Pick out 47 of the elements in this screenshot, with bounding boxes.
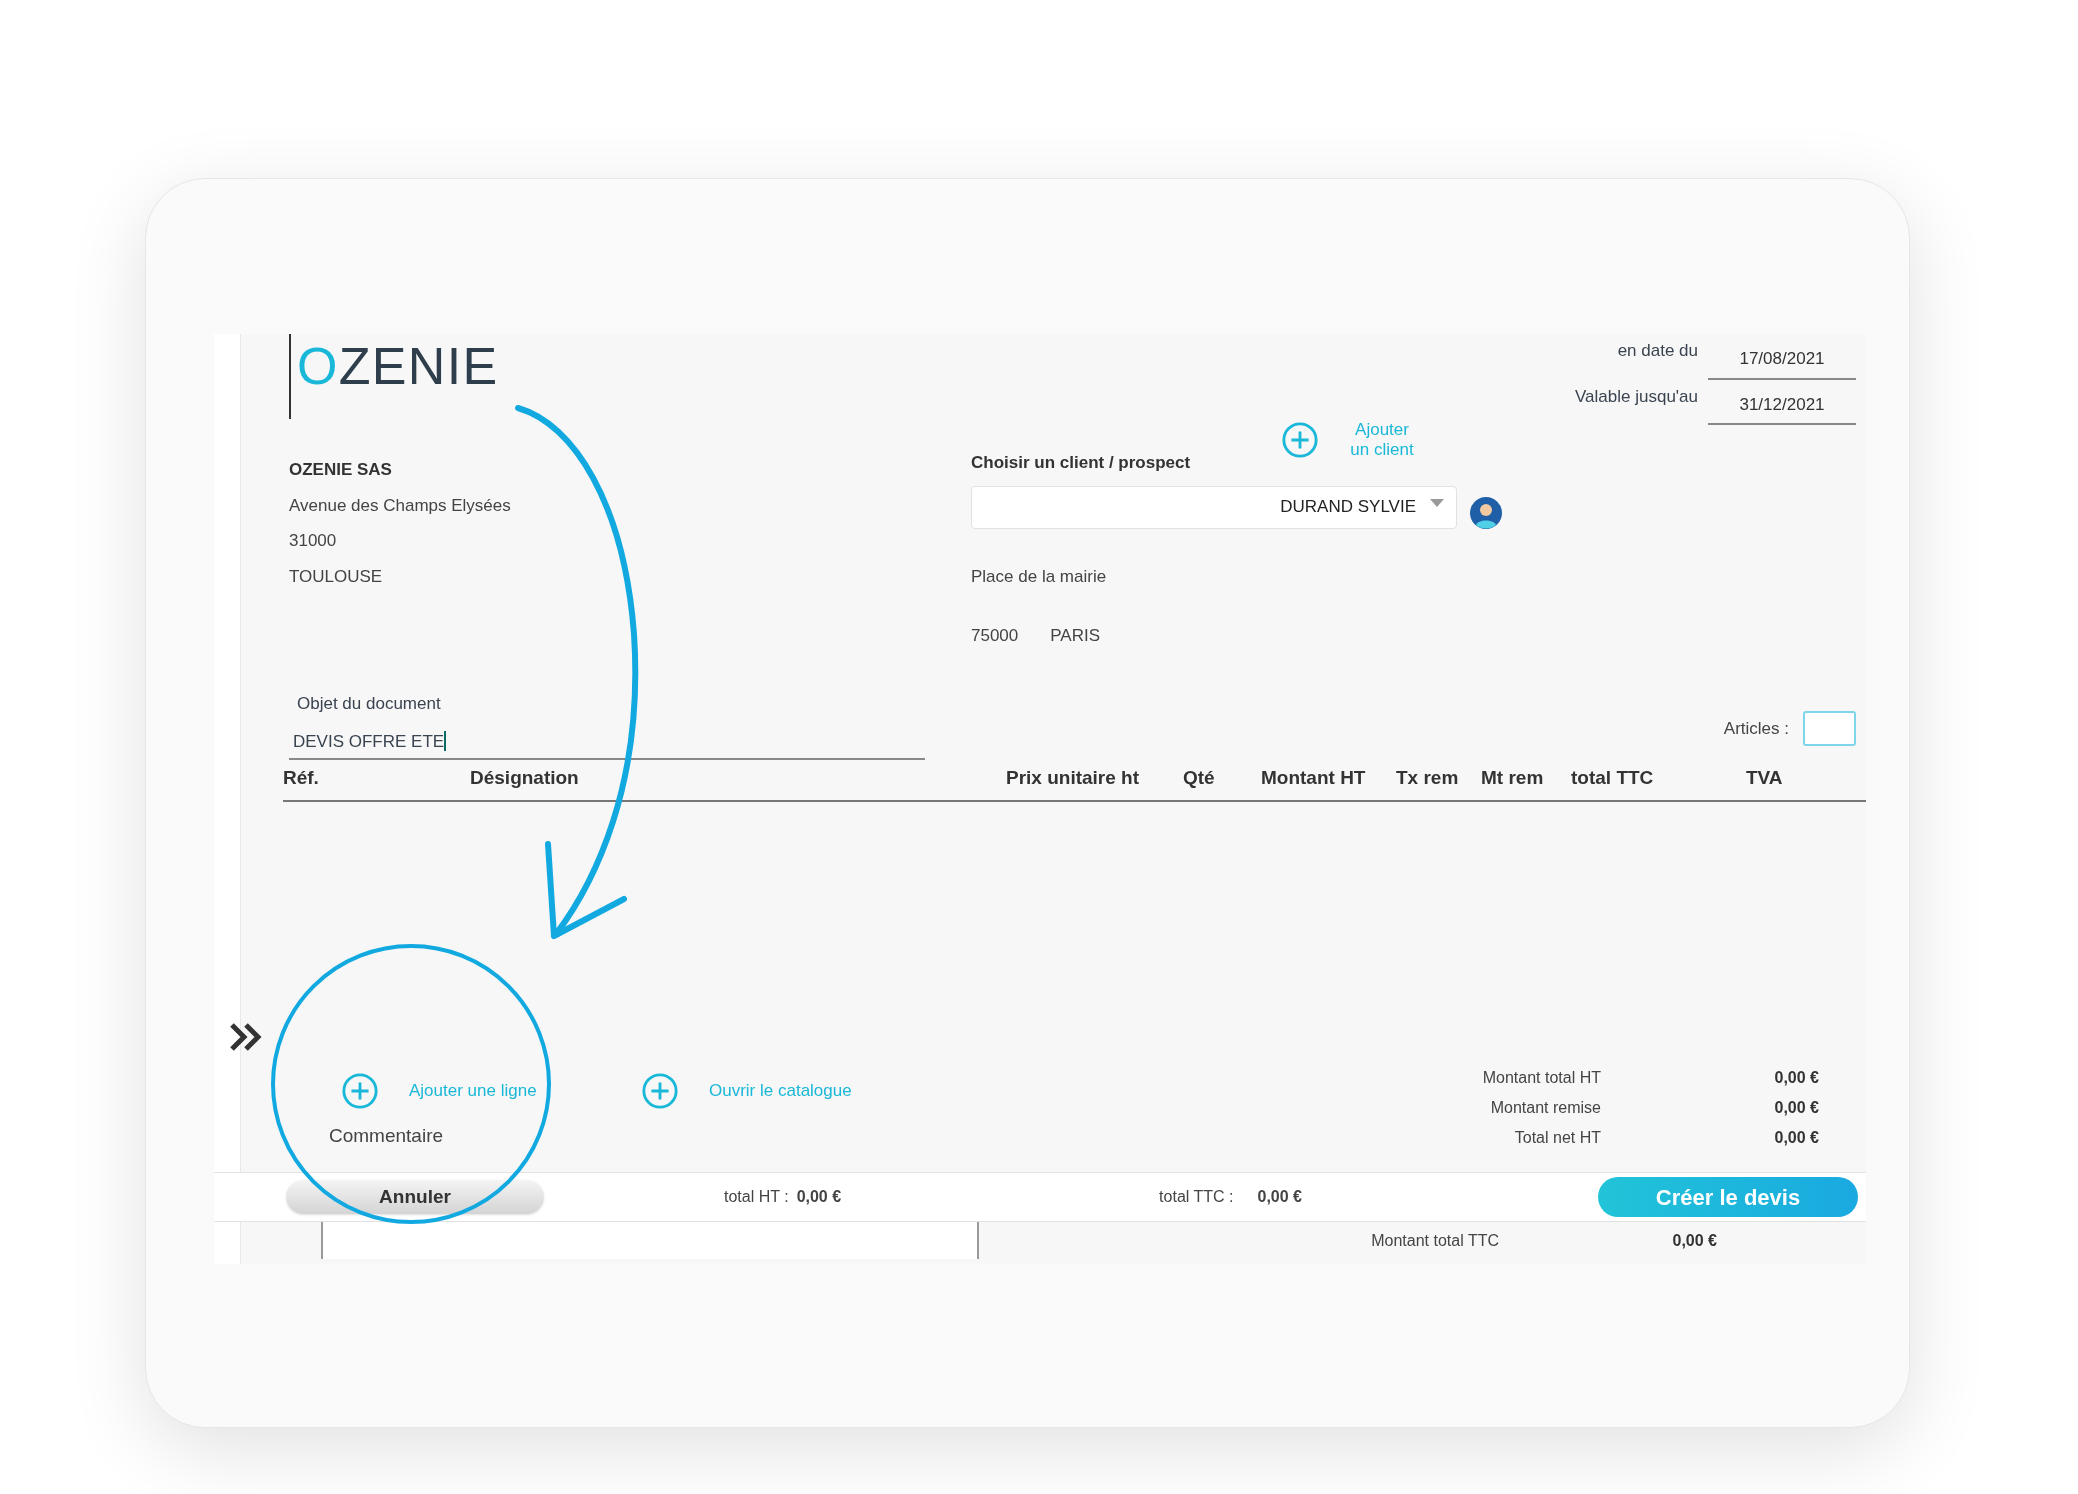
plus-circle-icon[interactable] <box>1281 421 1319 459</box>
total-value: 0,00 € <box>1671 1230 1717 1251</box>
company-address-line: TOULOUSE <box>289 565 384 588</box>
client-city: PARIS <box>1050 625 1101 647</box>
column-header: Désignation <box>470 765 580 790</box>
field-label: Objet du document <box>297 693 442 715</box>
dropdown-caret-icon <box>1430 498 1444 507</box>
column-header: Réf. <box>283 765 320 790</box>
date-field[interactable]: 31/12/2021 <box>1708 383 1856 425</box>
column-header: Mt rem <box>1481 765 1545 790</box>
total-label: Total net HT <box>1513 1128 1601 1148</box>
date-label: en date du <box>1616 340 1698 362</box>
total-label: Montant remise <box>1489 1098 1601 1118</box>
date-label: Valable jusqu'au <box>1574 385 1698 408</box>
subject-input-field[interactable]: DEVIS OFFRE ETE <box>289 728 925 760</box>
field-label: Choisir un client / prospect <box>971 452 1191 474</box>
plus-circle-icon[interactable] <box>341 1072 379 1110</box>
total-ttc-label: total TTC : <box>1159 1187 1234 1207</box>
articles-count-field[interactable] <box>1803 711 1856 746</box>
plus-circle-icon[interactable] <box>641 1072 679 1110</box>
column-header: Prix unitaire ht <box>1006 765 1141 790</box>
client-street: Place de la mairie <box>971 565 1108 588</box>
company-address-line: 31000 <box>289 530 338 552</box>
company-logo: OZENIE <box>297 340 499 392</box>
total-label: Montant total TTC <box>1370 1230 1499 1251</box>
column-header: TVA <box>1746 765 1784 790</box>
total-ht-label: total HT : <box>724 1187 789 1207</box>
column-header: total TTC <box>1571 765 1655 790</box>
column-header: Tx rem <box>1396 765 1460 790</box>
avatar-icon <box>1470 497 1502 529</box>
double-chevron-icon[interactable] <box>229 1022 263 1052</box>
total-value: 0,00 € <box>1773 1098 1819 1118</box>
company-name: OZENIE SAS <box>289 459 393 481</box>
client-postcode: 75000 <box>971 625 1019 647</box>
total-value: 0,00 € <box>1773 1128 1819 1148</box>
date-field[interactable]: 17/08/2021 <box>1708 338 1856 380</box>
comment-label: Commentaire <box>329 1124 445 1148</box>
total-ttc-value: 0,00 € <box>1257 1187 1302 1207</box>
column-header: Montant HT <box>1261 765 1367 790</box>
client-select[interactable]: DURAND SYLVIE <box>971 485 1457 529</box>
total-label: Montant total HT <box>1481 1068 1601 1088</box>
column-header: Qté <box>1183 765 1216 790</box>
articles-label: Articles : <box>1723 717 1789 740</box>
cancel-button[interactable]: Annuler <box>286 1180 544 1214</box>
total-ht-value: 0,00 € <box>796 1187 842 1207</box>
total-value: 0,00 € <box>1773 1068 1819 1088</box>
company-address-line: Avenue des Champs Elysées <box>289 494 512 517</box>
